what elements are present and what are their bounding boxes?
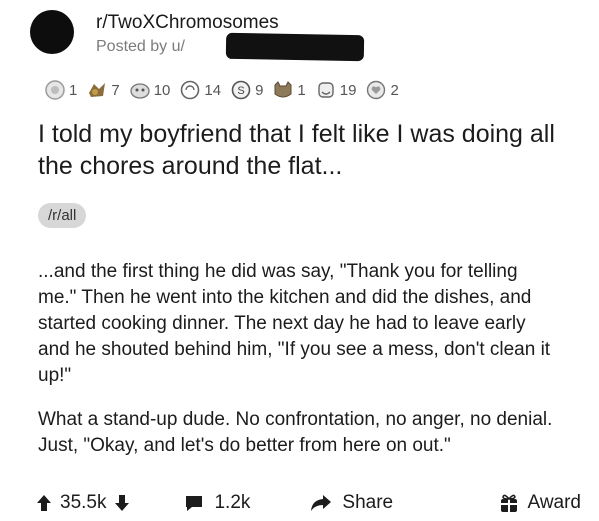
award-wholesome[interactable]: 10 xyxy=(129,79,171,101)
svg-text:S: S xyxy=(237,85,244,97)
award-count: 2 xyxy=(390,81,399,99)
award-count: 9 xyxy=(255,81,264,99)
silver-award-icon xyxy=(44,79,66,101)
award-button[interactable]: Award xyxy=(499,492,581,514)
upvote-icon[interactable] xyxy=(36,494,52,512)
post-actions: 35.5k 1.2k Share Award xyxy=(36,488,581,518)
post-body-paragraph: What a stand-up dude. No confrontation, … xyxy=(38,409,553,456)
hug-award-icon xyxy=(315,79,337,101)
award-heart[interactable]: 2 xyxy=(365,79,399,101)
gift-icon xyxy=(499,493,519,513)
award-hug[interactable]: 19 xyxy=(315,79,357,101)
award-count: 7 xyxy=(111,81,120,99)
vote-group: 35.5k xyxy=(36,492,130,514)
post-body: ...and the first thing he did was say, "… xyxy=(38,259,558,477)
gold-award-icon xyxy=(86,79,108,101)
award-gold[interactable]: 7 xyxy=(86,79,120,101)
award-silver[interactable]: 1 xyxy=(44,79,77,101)
wholesome-award-icon xyxy=(129,79,151,101)
heart-award-icon xyxy=(365,79,387,101)
share-label: Share xyxy=(342,492,394,513)
award-coin[interactable]: S 9 xyxy=(230,79,263,101)
award-label: Award xyxy=(527,492,581,513)
vote-count: 35.5k xyxy=(60,492,107,513)
post-header: r/TwoXChromosomes Posted by u/ xyxy=(30,6,590,62)
awards-bar[interactable]: 1 7 10 14 S 9 1 19 2 xyxy=(44,78,408,102)
comment-icon xyxy=(184,493,204,513)
helpful-award-icon xyxy=(179,79,201,101)
award-count: 14 xyxy=(204,81,222,99)
share-button[interactable]: Share xyxy=(310,492,393,514)
post-title[interactable]: I told my boyfriend that I felt like I w… xyxy=(38,118,578,182)
award-count: 19 xyxy=(339,81,357,99)
award-count: 1 xyxy=(69,81,78,99)
posted-by[interactable]: Posted by u/ xyxy=(96,38,185,56)
comment-count: 1.2k xyxy=(214,492,251,513)
award-helpful[interactable]: 14 xyxy=(179,79,221,101)
coin-award-icon: S xyxy=(230,79,252,101)
subreddit-name[interactable]: r/TwoXChromosomes xyxy=(96,12,279,34)
subreddit-avatar[interactable] xyxy=(30,10,74,54)
award-count: 1 xyxy=(297,81,306,99)
downvote-icon[interactable] xyxy=(114,494,130,512)
award-cat[interactable]: 1 xyxy=(272,79,306,101)
post-body-paragraph: ...and the first thing he did was say, "… xyxy=(38,261,551,386)
comments-button[interactable]: 1.2k xyxy=(184,492,250,514)
username-redaction xyxy=(225,32,365,62)
award-count: 10 xyxy=(153,81,171,99)
cat-award-icon xyxy=(272,79,294,101)
share-icon xyxy=(310,494,332,512)
post-flair[interactable]: /r/all xyxy=(38,203,87,228)
